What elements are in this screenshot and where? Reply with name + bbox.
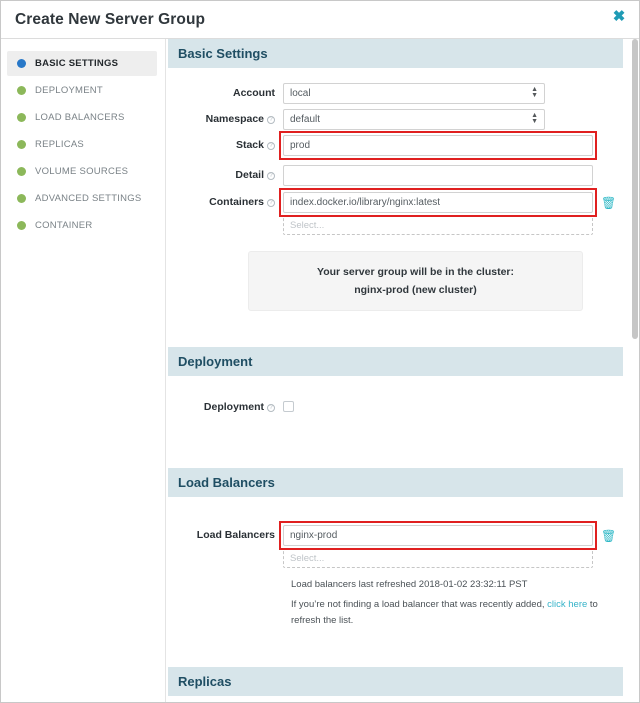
sidebar-item-volume-sources[interactable]: VOLUME SOURCES	[7, 159, 157, 184]
containers-label: Containers?	[168, 192, 283, 208]
field-row-stack: Stack?	[168, 130, 623, 160]
info-icon[interactable]: ?	[267, 142, 275, 150]
load-balancers-select-placeholder[interactable]: Select...	[283, 549, 593, 568]
section-body-basic-settings: Account local ▲ ▼ Namespace? default ▲ ▼…	[168, 68, 623, 325]
sidebar-item-advanced-settings[interactable]: ADVANCED SETTINGS	[7, 186, 157, 211]
stack-input[interactable]	[283, 134, 593, 156]
field-row-detail: Detail?	[168, 164, 623, 186]
modal-titlebar: Create New Server Group ✖	[1, 1, 639, 39]
status-dot-icon	[17, 59, 26, 68]
field-row-namespace: Namespace? default ▲ ▼	[168, 108, 623, 130]
account-label: Account	[233, 87, 275, 99]
vertical-scrollbar[interactable]	[631, 39, 639, 702]
scrollbar-thumb[interactable]	[632, 39, 638, 339]
load-balancers-hint: If you’re not finding a load balancer th…	[291, 597, 623, 629]
section-body-deployment: Deployment?	[168, 376, 623, 446]
info-icon[interactable]: ?	[267, 172, 275, 180]
namespace-label: Namespace?	[168, 113, 283, 125]
containers-input[interactable]	[283, 192, 593, 213]
section-header-deployment: Deployment	[168, 347, 623, 376]
stack-label: Stack?	[168, 139, 283, 151]
account-select[interactable]: local ▲ ▼	[283, 82, 545, 104]
status-dot-icon	[17, 221, 26, 230]
form-scroll-region[interactable]: Basic Settings Account local ▲ ▼ Namespa…	[166, 39, 639, 702]
form-content: Basic Settings Account local ▲ ▼ Namespa…	[166, 39, 639, 702]
deployment-label: Deployment?	[168, 401, 283, 413]
info-icon[interactable]: ?	[267, 199, 275, 207]
section-body-replicas: Autoscaling? Capacity	[168, 696, 623, 702]
refresh-list-link[interactable]: click here	[547, 599, 587, 610]
namespace-value: default	[290, 113, 321, 125]
status-dot-icon	[17, 194, 26, 203]
status-dot-icon	[17, 167, 26, 176]
chevron-updown-icon: ▲ ▼	[531, 86, 538, 99]
load-balancers-highlight-box	[279, 521, 597, 550]
load-balancers-refresh-note: Load balancers last refreshed 2018-01-02…	[291, 579, 528, 590]
sidebar-item-label: REPLICAS	[35, 139, 84, 150]
close-icon[interactable]: ✖	[611, 9, 627, 25]
sidebar-item-deployment[interactable]: DEPLOYMENT	[7, 78, 157, 103]
trash-icon[interactable]: 🗑	[601, 530, 616, 542]
containers-select-placeholder[interactable]: Select...	[283, 216, 593, 235]
field-row-load-balancers: Load Balancers 🗑 Select...	[168, 521, 623, 568]
section-header-replicas: Replicas	[168, 667, 623, 696]
account-value: local	[290, 87, 311, 99]
load-balancers-label: Load Balancers	[196, 529, 275, 541]
sidebar-item-container[interactable]: CONTAINER	[7, 213, 157, 238]
sidebar-item-label: DEPLOYMENT	[35, 85, 103, 96]
namespace-select[interactable]: default ▲ ▼	[283, 108, 545, 130]
info-icon[interactable]: ?	[267, 404, 275, 412]
page-title: Create New Server Group	[15, 10, 206, 28]
stack-highlight-box	[279, 130, 597, 160]
sidebar-item-label: BASIC SETTINGS	[35, 58, 119, 69]
field-row-containers: Containers? 🗑 Select...	[168, 188, 623, 235]
sidebar-item-label: LOAD BALANCERS	[35, 112, 125, 123]
sidebar-item-basic-settings[interactable]: BASIC SETTINGS	[7, 51, 157, 76]
section-header-basic-settings: Basic Settings	[168, 39, 623, 68]
section-body-load-balancers: Load Balancers 🗑 Select...	[168, 497, 623, 645]
cluster-info-line1: Your server group will be in the cluster…	[316, 266, 514, 278]
chevron-updown-icon: ▲ ▼	[531, 112, 538, 125]
create-server-group-modal: Create New Server Group ✖ BASIC SETTINGS…	[0, 0, 640, 703]
sidebar-item-label: VOLUME SOURCES	[35, 166, 129, 177]
sidebar-nav: BASIC SETTINGS DEPLOYMENT LOAD BALANCERS…	[1, 39, 166, 702]
sidebar-item-load-balancers[interactable]: LOAD BALANCERS	[7, 105, 157, 130]
hint-prefix: If you’re not finding a load balancer th…	[291, 599, 548, 610]
field-row-deployment: Deployment?	[168, 396, 623, 418]
status-dot-icon	[17, 86, 26, 95]
cluster-info-box: Your server group will be in the cluster…	[248, 251, 583, 311]
modal-body: BASIC SETTINGS DEPLOYMENT LOAD BALANCERS…	[1, 39, 639, 702]
info-icon[interactable]: ?	[267, 116, 275, 124]
containers-highlight-box	[279, 188, 597, 217]
status-dot-icon	[17, 113, 26, 122]
detail-input[interactable]	[283, 164, 593, 186]
sidebar-item-label: CONTAINER	[35, 220, 93, 231]
field-row-account: Account local ▲ ▼	[168, 82, 623, 104]
sidebar-item-label: ADVANCED SETTINGS	[35, 193, 142, 204]
cluster-info-line2: nginx-prod (new cluster)	[354, 284, 477, 296]
deployment-checkbox[interactable]	[283, 401, 294, 413]
sidebar-item-replicas[interactable]: REPLICAS	[7, 132, 157, 157]
status-dot-icon	[17, 140, 26, 149]
trash-icon[interactable]: 🗑	[601, 197, 616, 209]
section-header-load-balancers: Load Balancers	[168, 468, 623, 497]
load-balancers-input[interactable]	[283, 525, 593, 546]
detail-label: Detail?	[168, 169, 283, 181]
